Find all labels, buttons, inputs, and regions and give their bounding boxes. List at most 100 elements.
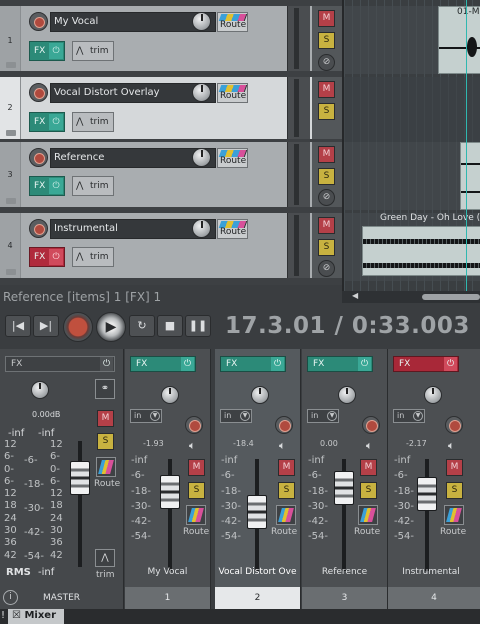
time-readout[interactable]: 17.3.01 / 0:33.003 bbox=[225, 313, 470, 339]
volume-fader[interactable] bbox=[160, 475, 180, 509]
trim-button[interactable]: ⋀ trim bbox=[72, 176, 114, 196]
record-arm-button[interactable] bbox=[29, 219, 48, 238]
phase-icon[interactable]: ⊘ bbox=[318, 260, 335, 277]
track-row[interactable]: 1 My Vocal Route FX ⏻ ⋀ trim M S ⊘ bbox=[0, 6, 342, 74]
tab-mixer[interactable]: ☒ Mixer bbox=[8, 609, 64, 624]
fx-bypass-icon[interactable]: ⏻ bbox=[49, 43, 63, 59]
volume-fader[interactable] bbox=[70, 461, 90, 495]
input-select[interactable]: in ▼ bbox=[307, 409, 339, 423]
repeat-icon[interactable]: ↻ bbox=[129, 315, 155, 337]
record-arm-button[interactable] bbox=[29, 83, 48, 102]
trim-button[interactable]: ⋀ trim bbox=[72, 112, 114, 132]
play-icon[interactable]: ▶ bbox=[96, 312, 126, 342]
folder-icon[interactable] bbox=[6, 269, 16, 275]
fx-button[interactable]: FX ⏻ bbox=[130, 356, 196, 372]
route-button[interactable]: Route bbox=[217, 83, 248, 103]
fx-button[interactable]: FX ⏻ bbox=[307, 356, 373, 372]
solo-button[interactable]: S bbox=[318, 103, 335, 120]
route-button[interactable] bbox=[96, 457, 116, 477]
fx-bypass-icon[interactable]: ⏻ bbox=[358, 357, 371, 371]
volume-fader[interactable] bbox=[247, 495, 267, 529]
media-item[interactable] bbox=[362, 226, 480, 276]
fx-button[interactable]: FX ⏻ bbox=[29, 112, 65, 132]
fx-button[interactable]: FX ⏻ bbox=[29, 247, 65, 267]
solo-button[interactable]: S bbox=[188, 482, 205, 499]
speaker-icon[interactable]: 🔈︎ bbox=[448, 439, 455, 453]
pin-icon[interactable]: ! bbox=[1, 610, 5, 621]
folder-icon[interactable] bbox=[6, 198, 16, 204]
close-icon[interactable]: ☒ bbox=[12, 610, 21, 621]
track-number[interactable]: 4 bbox=[0, 213, 21, 278]
phase-icon[interactable]: ⊘ bbox=[318, 189, 335, 206]
fx-button[interactable]: FX ⏻ bbox=[29, 176, 65, 196]
mute-button[interactable]: M bbox=[278, 459, 295, 476]
volume-knob[interactable] bbox=[192, 12, 211, 31]
input-select[interactable]: in ▼ bbox=[220, 409, 252, 423]
pan-knob[interactable] bbox=[31, 381, 49, 399]
master-label[interactable]: MASTER bbox=[0, 587, 123, 609]
pan-knob[interactable] bbox=[161, 386, 179, 404]
record-arm-button[interactable] bbox=[275, 416, 293, 434]
route-button[interactable] bbox=[186, 505, 206, 525]
mute-button[interactable]: M bbox=[318, 217, 335, 234]
route-button[interactable] bbox=[358, 505, 378, 525]
speaker-icon[interactable]: 🔈︎ bbox=[366, 439, 373, 453]
solo-button[interactable]: S bbox=[97, 433, 114, 450]
solo-button[interactable]: S bbox=[318, 168, 335, 185]
pause-icon[interactable]: ❚❚ bbox=[185, 315, 211, 337]
trim-button[interactable]: ⋀ trim bbox=[72, 247, 114, 267]
input-select[interactable]: in ▼ bbox=[130, 409, 162, 423]
scrollbar-thumb[interactable] bbox=[422, 294, 480, 300]
solo-button[interactable]: S bbox=[446, 482, 463, 499]
folder-icon[interactable] bbox=[6, 62, 16, 68]
mute-button[interactable]: M bbox=[318, 10, 335, 27]
fx-bypass-icon[interactable]: ⏻ bbox=[181, 357, 194, 371]
track-row[interactable]: 2 Vocal Distort Overlay Route FX ⏻ ⋀ trim … bbox=[0, 77, 342, 142]
pan-knob[interactable] bbox=[251, 386, 269, 404]
mono-stereo-icon[interactable]: ⚭ bbox=[95, 379, 115, 399]
trim-button[interactable]: ⋀ trim bbox=[72, 41, 114, 61]
strip-number[interactable]: 3 bbox=[302, 587, 387, 609]
speaker-icon[interactable]: 🔈︎ bbox=[279, 439, 286, 453]
go-to-start-icon[interactable]: |◀ bbox=[5, 315, 31, 337]
volume-knob[interactable] bbox=[192, 219, 211, 238]
fx-bypass-icon[interactable]: ⏻ bbox=[49, 114, 63, 130]
fx-bypass-icon[interactable]: ⏻ bbox=[49, 178, 63, 194]
horizontal-scrollbar[interactable]: ◀ bbox=[342, 291, 480, 303]
fader-track[interactable] bbox=[425, 459, 429, 571]
scroll-left-icon[interactable]: ◀ bbox=[352, 291, 358, 300]
track-number[interactable]: 2 bbox=[0, 77, 21, 139]
solo-button[interactable]: S bbox=[360, 482, 377, 499]
mute-button[interactable]: M bbox=[360, 459, 377, 476]
pan-knob[interactable] bbox=[424, 386, 442, 404]
strip-number[interactable]: 2 bbox=[215, 587, 300, 609]
folder-icon[interactable] bbox=[6, 130, 16, 136]
fx-bypass-icon[interactable]: ⏻ bbox=[444, 357, 457, 371]
envelope-icon[interactable]: ⋀ bbox=[95, 549, 115, 567]
route-button[interactable] bbox=[276, 505, 296, 525]
mute-button[interactable]: M bbox=[318, 146, 335, 163]
track-number[interactable]: 1 bbox=[0, 6, 21, 71]
info-icon[interactable]: i bbox=[3, 590, 18, 605]
track-lane[interactable] bbox=[344, 77, 480, 142]
fx-button[interactable]: FX ⏻ bbox=[5, 356, 115, 372]
route-button[interactable] bbox=[444, 505, 464, 525]
stop-icon[interactable]: ■ bbox=[157, 315, 183, 337]
record-arm-button[interactable] bbox=[29, 148, 48, 167]
record-icon[interactable] bbox=[63, 312, 93, 342]
route-button[interactable]: Route bbox=[217, 148, 248, 168]
input-select[interactable]: in ▼ bbox=[393, 409, 425, 423]
solo-button[interactable]: S bbox=[278, 482, 295, 499]
record-arm-button[interactable] bbox=[362, 416, 380, 434]
fx-button[interactable]: FX ⏻ bbox=[220, 356, 286, 372]
speaker-icon[interactable]: 🔈︎ bbox=[189, 439, 196, 453]
volume-fader[interactable] bbox=[417, 477, 437, 511]
pan-knob[interactable] bbox=[338, 386, 356, 404]
track-number[interactable]: 3 bbox=[0, 142, 21, 207]
phase-icon[interactable]: ⊘ bbox=[318, 54, 335, 71]
arrange-view[interactable]: 01-M Green Day - Oh Love (O bbox=[342, 0, 480, 292]
mute-button[interactable]: M bbox=[446, 459, 463, 476]
fx-button[interactable]: FX ⏻ bbox=[29, 41, 65, 61]
media-item[interactable]: 01-M bbox=[438, 6, 480, 74]
fader-track[interactable] bbox=[78, 441, 82, 567]
